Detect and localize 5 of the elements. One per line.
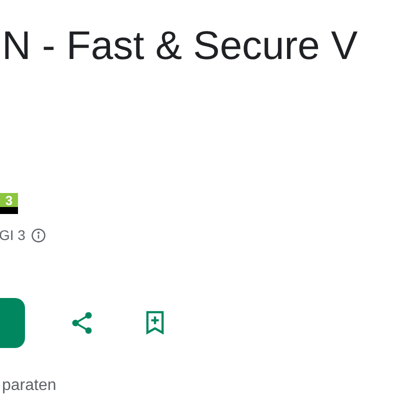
install-button[interactable] [0, 298, 25, 348]
description-text: paraten [2, 377, 56, 394]
age-rating-text: GI 3 [0, 226, 26, 245]
app-title: N - Fast & Secure V [2, 23, 359, 70]
info-icon[interactable] [31, 228, 46, 243]
